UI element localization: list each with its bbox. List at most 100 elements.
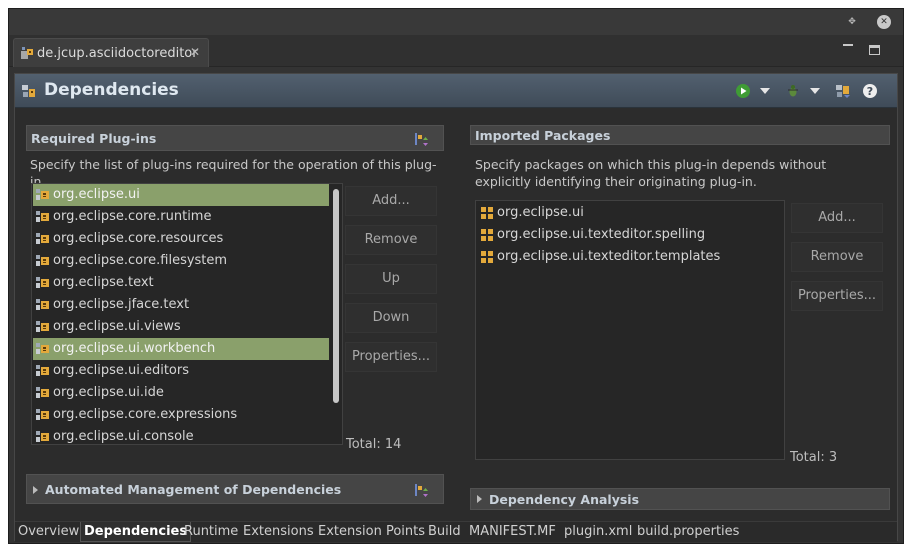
imported-packages-description: Specify packages on which this plug-in d… [475,157,827,189]
editor-tab-strip: de.jcup.asciidoctoreditor ✕ [9,35,903,67]
imported-packages-total: Total: 3 [790,450,838,465]
plugin-list-item[interactable]: org.eclipse.core.resources [33,228,329,250]
list-scrollbar[interactable] [332,186,340,444]
export-icon[interactable] [835,83,851,99]
plugin-list-item[interactable]: org.eclipse.jface.text [33,294,329,316]
plugin-list-item[interactable]: org.eclipse.text [33,272,329,294]
required-plugins-list[interactable]: org.eclipse.ui org.eclipse.core.runtime or… [31,183,343,445]
package-name: org.eclipse.ui [497,205,584,220]
eclipse-window: ✥ ✕ de.jcup.asciidoctoreditor ✕ Dependen… [8,8,904,544]
section-title: Required Plug-ins [31,131,157,146]
manifest-editor: Dependencies ? Required Plug-ins Specify… [14,73,898,542]
plugin-list-item[interactable]: org.eclipse.ui.views [33,316,329,338]
package-list-item[interactable]: org.eclipse.ui.texteditor.spelling [477,224,784,246]
package-list-item[interactable]: org.eclipse.ui [477,202,784,224]
plugin-icon [36,299,49,310]
page-tab[interactable]: build.properties [634,522,742,542]
plugin-list-item[interactable]: org.eclipse.ui [33,184,329,206]
package-icon [481,251,493,263]
plugin-icon [36,233,49,244]
page-tab[interactable]: plugin.xml [561,522,635,542]
required-plugins-section-header: Required Plug-ins [26,125,444,151]
plugin-icon [36,431,49,442]
plugin-list-item[interactable]: org.eclipse.ui.editors [33,360,329,382]
plugin-name: org.eclipse.ui [53,187,140,202]
required-plugins-total: Total: 14 [346,437,402,452]
close-tab-icon[interactable]: ✕ [190,45,200,59]
package-icon [481,207,493,219]
package-properties-button[interactable]: Properties... [791,281,883,311]
plugin-icon [36,387,49,398]
section-title: Dependency Analysis [489,492,640,507]
plugin-icon [36,365,49,376]
page-tab[interactable]: Overview [15,522,82,542]
plugin-properties-button[interactable]: Properties... [345,342,437,372]
page-tab[interactable]: Dependencies [80,522,192,542]
add-package-button[interactable]: Add... [791,203,883,233]
plugin-icon [36,343,49,354]
expand-arrow-icon[interactable] [33,486,38,494]
plugin-name: org.eclipse.text [53,275,154,290]
move-down-button[interactable]: Down [345,303,437,333]
plugin-list-item[interactable]: org.eclipse.core.expressions [33,404,329,426]
add-plugin-button[interactable]: Add... [345,186,437,216]
window-titlebar: ✥ ✕ [9,9,903,35]
sort-icon[interactable] [413,131,429,147]
package-icon [481,229,493,241]
package-name: org.eclipse.ui.texteditor.templates [497,249,721,264]
plugin-list-item[interactable]: org.eclipse.ui.workbench [33,338,329,360]
scrollbar-thumb[interactable] [333,189,339,403]
plugin-name: org.eclipse.core.expressions [53,407,238,422]
plugin-list-item[interactable]: org.eclipse.core.filesystem [33,250,329,272]
plugin-icon [36,211,49,222]
page-tab[interactable]: Extension Points [315,522,428,542]
imported-packages-section-header: Imported Packages [470,125,890,145]
plugin-list-item[interactable]: org.eclipse.ui.console [33,426,329,444]
page-tab[interactable]: MANIFEST.MF [466,522,559,542]
plugin-icon [36,321,49,332]
sort-icon[interactable] [413,482,429,498]
plugin-name: org.eclipse.ui.workbench [53,341,216,356]
restore-window-button[interactable]: ✥ [845,15,859,29]
page-tab[interactable]: Build [425,522,464,542]
expand-arrow-icon[interactable] [477,495,482,503]
automated-management-section-header[interactable]: Automated Management of Dependencies [26,474,444,504]
debug-dropdown-icon[interactable] [810,83,826,99]
plugin-icon [36,255,49,266]
page-title: Dependencies [44,80,179,100]
editor-tab-label: de.jcup.asciidoctoreditor [37,46,198,61]
run-icon[interactable] [735,83,751,99]
plugin-name: org.eclipse.ui.ide [53,385,164,400]
close-window-button[interactable]: ✕ [877,15,891,29]
editor-tab[interactable]: de.jcup.asciidoctoreditor ✕ [13,38,209,67]
editor-page-tabs: Overview Dependencies Runtime Extensions Ext… [15,521,897,542]
plugin-icon [36,277,49,288]
package-list-item[interactable]: org.eclipse.ui.texteditor.templates [477,246,784,268]
page-tab[interactable]: Runtime [181,522,241,542]
plugin-icon [36,409,49,420]
page-header: Dependencies ? [15,74,897,108]
help-icon[interactable]: ? [862,83,878,99]
imported-packages-list[interactable]: org.eclipse.ui org.eclipse.ui.texteditor.… [475,200,785,460]
minimize-icon[interactable] [843,44,853,52]
dependency-analysis-section-header[interactable]: Dependency Analysis [470,488,890,510]
move-up-button[interactable]: Up [345,264,437,294]
plugin-name: org.eclipse.ui.views [53,319,181,334]
section-title: Automated Management of Dependencies [45,482,342,497]
maximize-icon[interactable] [869,45,880,55]
remove-package-button[interactable]: Remove [791,242,883,272]
debug-icon[interactable] [785,83,801,99]
plugin-list-item[interactable]: org.eclipse.core.runtime [33,206,329,228]
run-dropdown-icon[interactable] [760,83,776,99]
plugin-name: org.eclipse.jface.text [53,297,190,312]
plugin-name: org.eclipse.ui.console [53,429,194,444]
svg-text:?: ? [867,85,873,98]
plugin-icon [36,189,49,200]
remove-plugin-button[interactable]: Remove [345,225,437,255]
plugin-name: org.eclipse.core.runtime [53,209,212,224]
plugin-list-item[interactable]: org.eclipse.ui.ide [33,382,329,404]
plugin-name: org.eclipse.core.filesystem [53,253,228,268]
page-tab[interactable]: Extensions [240,522,317,542]
plugin-manifest-icon [21,47,33,59]
package-name: org.eclipse.ui.texteditor.spelling [497,227,706,242]
